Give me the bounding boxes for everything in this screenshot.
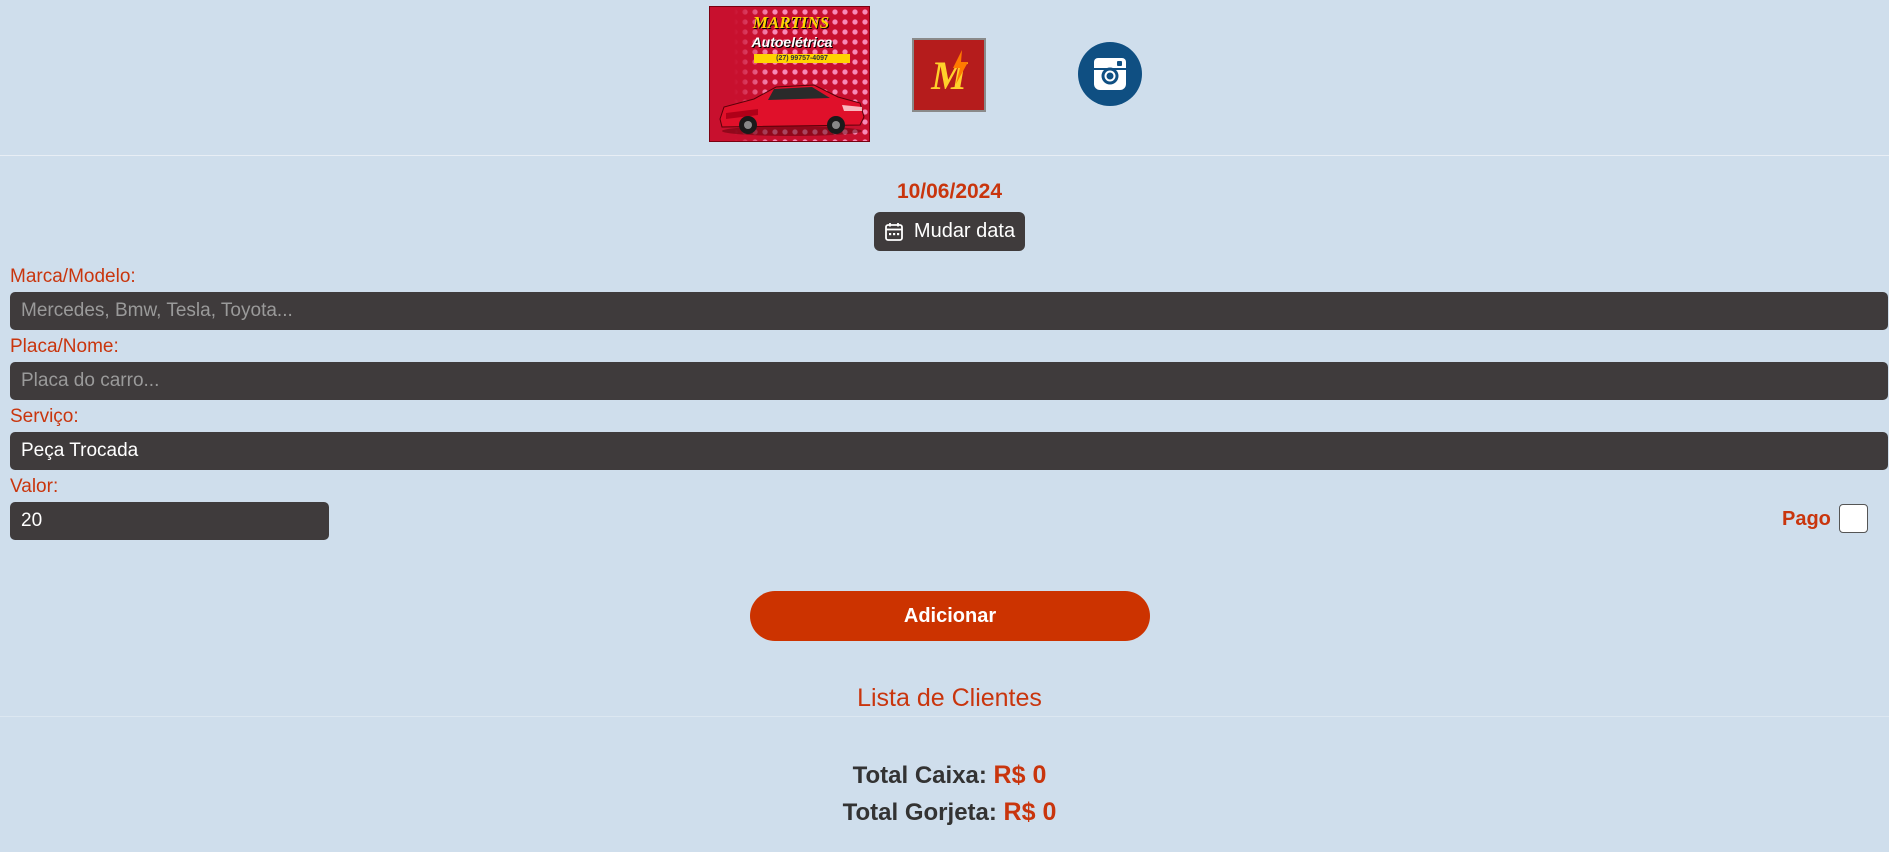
total-caixa-label: Total Caixa: xyxy=(852,762,987,789)
pago-checkbox[interactable] xyxy=(1839,504,1868,533)
valor-label: Valor: xyxy=(10,476,59,497)
add-button[interactable]: Adicionar xyxy=(750,591,1150,641)
logo-brand-text: MARTINS xyxy=(752,13,830,32)
martins-autoeletrica-logo: MARTINS Autoelétrica (27) 99757-4097 xyxy=(709,6,870,142)
change-date-label: Mudar data xyxy=(913,220,1016,242)
selected-date: 10/06/2024 xyxy=(896,180,1003,203)
instagram-link[interactable] xyxy=(1078,42,1142,106)
placa-nome-input[interactable] xyxy=(10,362,1888,400)
logo-subtitle-text: Autoelétrica xyxy=(751,34,833,50)
placa-nome-label: Placa/Nome: xyxy=(10,336,119,357)
red-car-image xyxy=(719,84,865,136)
servico-input[interactable] xyxy=(10,432,1888,470)
instagram-icon xyxy=(1094,58,1126,90)
total-gorjeta-value: R$ 0 xyxy=(1003,798,1057,826)
pago-label: Pago xyxy=(1782,508,1831,530)
m-lightning-logo: M xyxy=(912,38,986,112)
total-caixa-value: R$ 0 xyxy=(993,761,1047,789)
list-divider xyxy=(0,716,1889,717)
change-date-button[interactable]: Mudar data xyxy=(874,212,1025,251)
marca-modelo-input[interactable] xyxy=(10,292,1888,330)
valor-input[interactable] xyxy=(10,502,329,540)
lightning-icon xyxy=(953,50,968,84)
marca-modelo-label: Marca/Modelo: xyxy=(10,266,136,287)
logo-phone-text: (27) 99757-4097 xyxy=(754,54,850,63)
calendar-icon xyxy=(885,222,903,241)
client-list-title: Lista de Clientes xyxy=(857,684,1042,712)
header: MARTINS Autoelétrica (27) 99757-4097 M xyxy=(0,0,1889,156)
total-caixa: Total Caixa: R$ 0 xyxy=(0,761,1889,790)
servico-label: Serviço: xyxy=(10,406,79,427)
total-gorjeta: Total Gorjeta: R$ 0 xyxy=(0,798,1889,827)
total-gorjeta-label: Total Gorjeta: xyxy=(842,799,997,826)
